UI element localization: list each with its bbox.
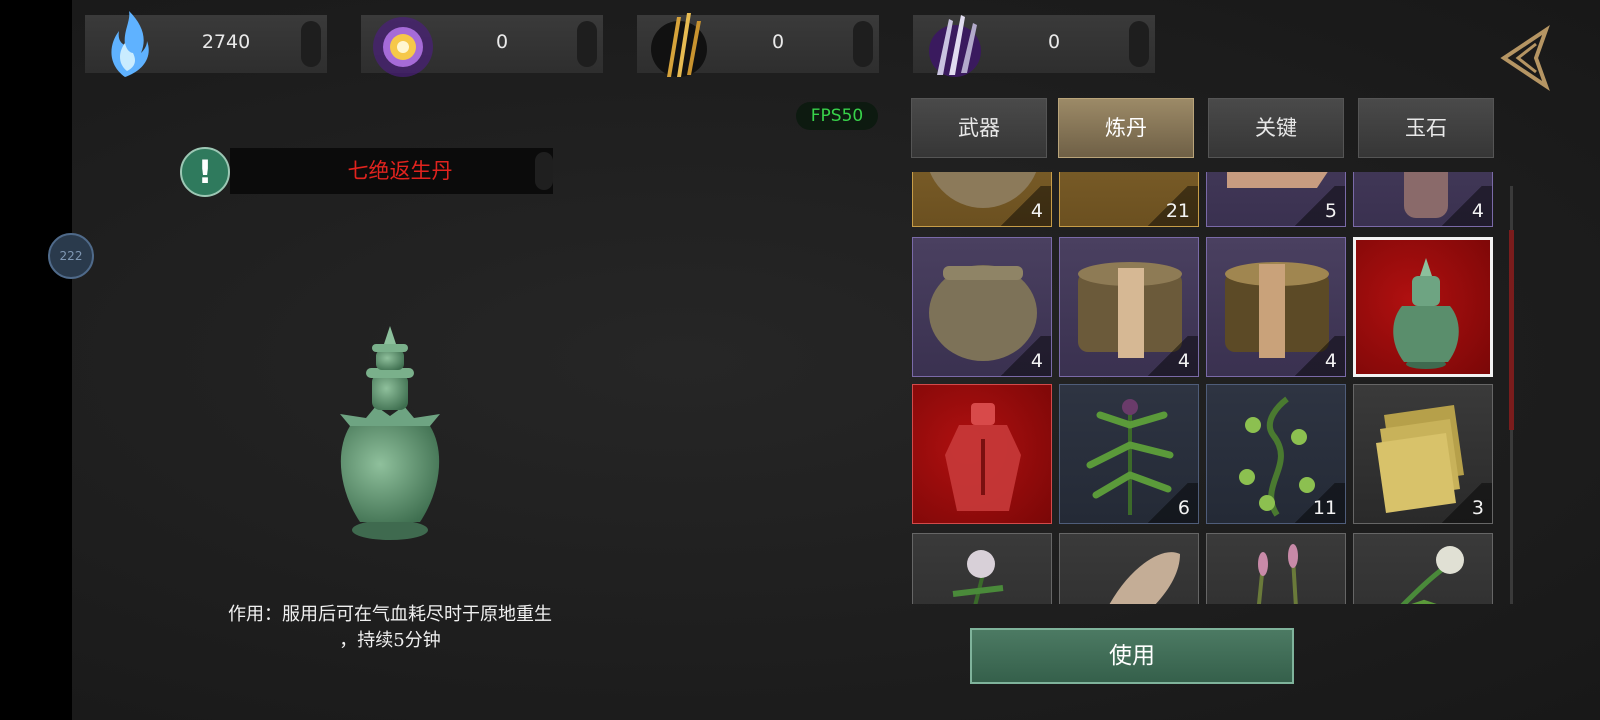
back-arrow-icon[interactable]: [1496, 24, 1556, 92]
resource-bar-blue-flame: 2740: [85, 11, 327, 77]
slot-count: 4: [1471, 200, 1484, 222]
resource-value: 2740: [201, 31, 251, 53]
inventory-slot-selected[interactable]: [1353, 237, 1493, 377]
inventory-slot[interactable]: 4: [1206, 237, 1346, 377]
inventory-slot[interactable]: 4: [912, 172, 1052, 227]
slot-count: 11: [1312, 497, 1337, 519]
tab-alchemy[interactable]: 炼丹: [1058, 98, 1194, 158]
inventory-scrollbar-thumb[interactable]: [1509, 230, 1514, 430]
tab-jade[interactable]: 玉石: [1358, 98, 1494, 158]
left-black-bar: [0, 0, 72, 720]
fps-counter: FPS50: [796, 102, 878, 130]
item-description-line2: ，持续5分钟: [339, 630, 441, 651]
inventory-slot[interactable]: [912, 533, 1052, 604]
slot-count: 4: [1324, 350, 1337, 372]
inventory-slot[interactable]: 6: [1059, 384, 1199, 524]
tab-key-items[interactable]: 关键: [1208, 98, 1344, 158]
slot-count: 4: [1030, 200, 1043, 222]
resource-bar-golden-arrows: 0: [637, 13, 879, 77]
resource-bar-purple-orb: 0: [361, 15, 603, 77]
info-alert-icon: !: [180, 147, 230, 197]
flower-herb-icon: [952, 550, 1004, 604]
tab-weapons[interactable]: 武器: [911, 98, 1047, 158]
slot-count: 21: [1165, 200, 1190, 222]
slot-count: 3: [1471, 497, 1484, 519]
resource-value: 0: [771, 31, 785, 53]
inventory-slot[interactable]: [1353, 533, 1493, 604]
red-elixir-bottle-icon: [945, 403, 1021, 511]
item-preview-jade-vase: [340, 326, 440, 540]
slot-count: 4: [1030, 350, 1043, 372]
use-button[interactable]: 使用: [970, 628, 1294, 684]
inventory-slot[interactable]: 3: [1353, 384, 1493, 524]
inventory-grid[interactable]: 4 21 5 4 4 4 4 6 11 3: [912, 172, 1502, 604]
resource-bar-purple-blades: 0: [913, 15, 1155, 77]
inventory-slot[interactable]: 4: [1353, 172, 1493, 227]
purple-blades-icon: [929, 15, 981, 77]
inventory-slot[interactable]: 21: [1059, 172, 1199, 227]
item-name: 七绝返生丹: [347, 159, 453, 183]
inventory-slot[interactable]: 4: [1059, 237, 1199, 377]
item-description: 作用：服用后可在气血耗尽时于原地重生 ，持续5分钟: [160, 602, 620, 654]
inventory-slot[interactable]: 4: [912, 237, 1052, 377]
golden-arrows-icon: [651, 13, 707, 77]
inventory-slot[interactable]: [1206, 533, 1346, 604]
item-description-line1: 作用：服用后可在气血耗尽时于原地重生: [228, 604, 552, 625]
white-flower-herb-icon: [1400, 546, 1464, 604]
blue-flame-icon: [111, 11, 149, 77]
resource-value: 0: [495, 31, 509, 53]
inventory-slot[interactable]: [1059, 533, 1199, 604]
inventory-slot[interactable]: [912, 384, 1052, 524]
resource-value: 0: [1047, 31, 1061, 53]
slot-count: 5: [1324, 200, 1337, 222]
inventory-slot[interactable]: 5: [1206, 172, 1346, 227]
pink-herb-icon: [1256, 544, 1298, 604]
side-round-button[interactable]: 222: [48, 233, 94, 279]
inventory-slot[interactable]: 11: [1206, 384, 1346, 524]
purple-orb-icon: [373, 17, 433, 77]
jade-vase-icon: [1393, 258, 1459, 369]
slot-count: 6: [1177, 497, 1190, 519]
bone-root-icon: [1109, 552, 1180, 604]
slot-count: 4: [1177, 350, 1190, 372]
